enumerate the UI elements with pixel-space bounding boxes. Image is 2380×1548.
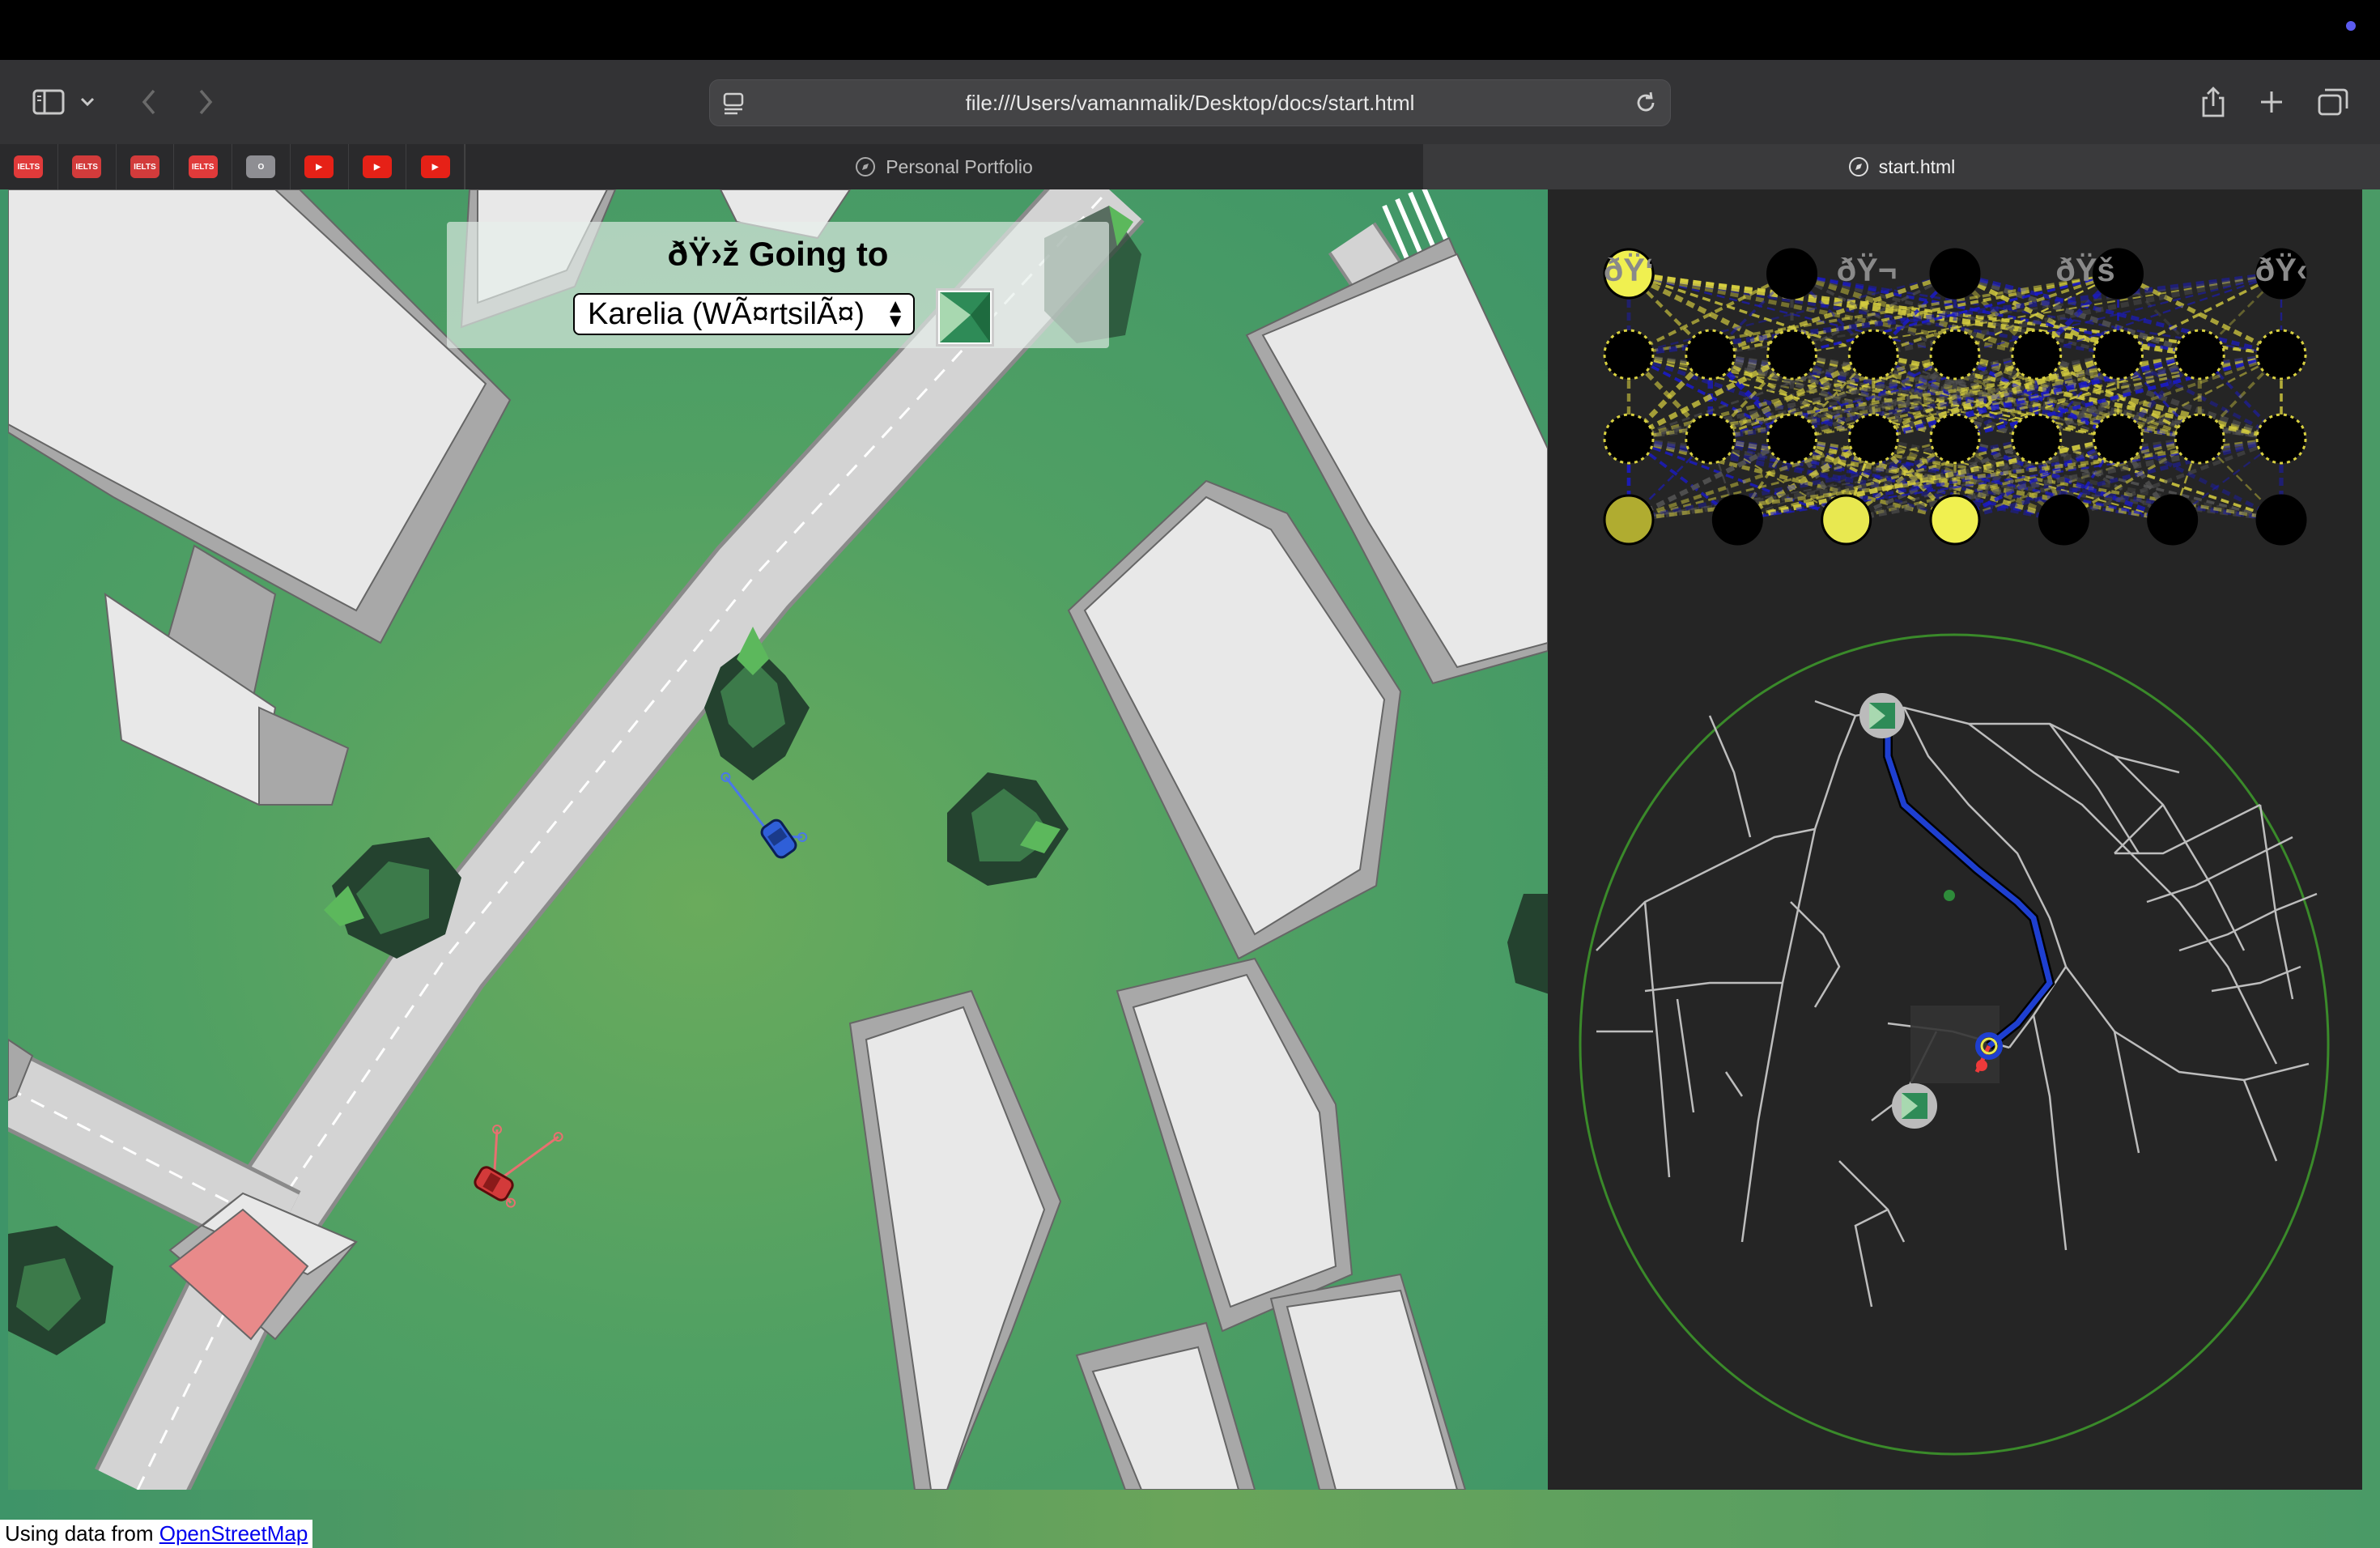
network-node [1766, 413, 1817, 465]
favorite-label: IELTS [72, 155, 102, 178]
tab-personal-portfolio[interactable]: Personal Portfolio [465, 144, 1423, 189]
tab-label: start.html [1878, 155, 1956, 177]
network-node [1685, 413, 1736, 465]
network-node [1847, 413, 1899, 465]
address-bar[interactable]: file:///Users/vamanmalik/Desktop/docs/st… [709, 79, 1671, 126]
network-node [2011, 413, 2063, 465]
url-text[interactable]: file:///Users/vamanmalik/Desktop/docs/st… [966, 91, 1415, 116]
macos-menubar [0, 0, 2380, 60]
favorites-bar: IELTS IELTS IELTS IELTS O ▶ ▶ ▶ [0, 144, 465, 189]
destination-value[interactable]: Karelia (WÃ¤rtsilÃ¤) [588, 297, 865, 332]
select-arrows-icon: ▲ ▼ [886, 296, 905, 332]
network-node [1766, 329, 1817, 381]
favorite-label: ▶ [362, 155, 392, 178]
favorite-label: IELTS [188, 155, 218, 178]
input-label: ðŸš [2055, 253, 2115, 288]
forward-icon[interactable] [183, 79, 228, 125]
start-marker-icon [1859, 693, 1905, 738]
tab-start-html[interactable]: start.html [1423, 144, 2380, 189]
share-icon[interactable] [2191, 79, 2236, 125]
network-node [2174, 329, 2225, 381]
destination-marker-icon [936, 288, 994, 347]
building [8, 189, 512, 806]
page-menu-icon[interactable] [721, 90, 747, 116]
input-label: ðŸ‘ [1603, 253, 1655, 288]
network-input-labels: ðŸ‘ ðŸ¬ ðŸš ðŸ‹ [1548, 189, 2362, 303]
network-node [2093, 329, 2144, 381]
map-edge-strip [2362, 189, 2380, 1490]
browser-toolbar: file:///Users/vamanmalik/Desktop/docs/st… [0, 60, 2380, 145]
network-node [2174, 413, 2225, 465]
compass-icon [1848, 157, 1868, 176]
favorite-item[interactable]: IELTS [0, 144, 58, 189]
page-footer: Using data from OpenStreetMap [0, 1490, 2380, 1548]
network-node [1821, 494, 1872, 546]
visualizer [1579, 248, 2330, 1456]
input-label: ðŸ¬ [1836, 253, 1898, 288]
destination-marker-icon [1892, 1083, 1937, 1129]
favorite-item[interactable]: ▶ [291, 144, 349, 189]
network-node [1929, 494, 1981, 546]
tab-label: Personal Portfolio [886, 155, 1033, 177]
other-car [474, 1125, 563, 1208]
network-node [2147, 494, 2199, 546]
attribution: Using data from OpenStreetMap [0, 1520, 313, 1548]
chevron-down-icon[interactable] [71, 79, 104, 125]
sidebar-toggle-icon[interactable] [26, 79, 71, 125]
favorite-label: O [246, 155, 276, 178]
favorite-label: ▶ [304, 155, 334, 178]
network-node [2038, 494, 2089, 546]
building [1067, 236, 1548, 1490]
favorite-label: IELTS [14, 155, 44, 178]
network-node [1847, 329, 1899, 381]
tab-overview-icon[interactable] [2310, 79, 2356, 125]
openstreetmap-link[interactable]: OpenStreetMap [159, 1521, 308, 1546]
status-dot-icon [2346, 21, 2356, 31]
input-label: ðŸ‹ [2255, 253, 2308, 288]
page-content: ðŸ›ž Going to Karelia (WÃ¤rtsilÃ¤) ▲ ▼ ð… [0, 189, 2380, 1548]
favorite-item[interactable]: IELTS [117, 144, 175, 189]
side-panel: ðŸ‘ ðŸ¬ ðŸš ðŸ‹ [1548, 189, 2362, 1490]
favorite-label: ▶ [420, 155, 450, 178]
new-tab-icon[interactable] [2249, 79, 2294, 125]
attribution-text: Using data from [5, 1521, 159, 1546]
destination-panel: ðŸ›ž Going to Karelia (WÃ¤rtsilÃ¤) ▲ ▼ [447, 222, 1109, 348]
network-node [1685, 329, 1736, 381]
network-node [2093, 413, 2144, 465]
tree [1507, 894, 1548, 994]
favorite-item[interactable]: IELTS [174, 144, 232, 189]
minimap [1579, 633, 2330, 1456]
reload-icon[interactable] [1633, 90, 1659, 116]
network-node [1603, 413, 1655, 465]
network-node [1929, 413, 1981, 465]
network-edges [1626, 270, 2284, 523]
network-node [2255, 329, 2307, 381]
favorite-item[interactable]: IELTS [58, 144, 117, 189]
simulation-map[interactable]: ðŸ›ž Going to Karelia (WÃ¤rtsilÃ¤) ▲ ▼ [8, 189, 1548, 1490]
network-node [1603, 329, 1655, 381]
tree [8, 1226, 113, 1355]
tab-bar: IELTS IELTS IELTS IELTS O ▶ ▶ ▶ Personal Portfo… [0, 144, 2380, 189]
network-node [1711, 494, 1763, 546]
destination-select[interactable]: Karelia (WÃ¤rtsilÃ¤) ▲ ▼ [573, 293, 915, 335]
compass-icon [856, 157, 876, 176]
network-node [2255, 494, 2307, 546]
favorite-label: IELTS [130, 155, 159, 178]
network-node [2255, 413, 2307, 465]
network-node [2011, 329, 2063, 381]
tree [947, 772, 1069, 886]
favorite-item[interactable]: ▶ [349, 144, 407, 189]
back-icon[interactable] [126, 79, 172, 125]
favorite-item[interactable]: O [232, 144, 291, 189]
going-to-title: ðŸ›ž Going to [667, 235, 889, 273]
network-node [1603, 494, 1655, 546]
favorite-item[interactable]: ▶ [406, 144, 465, 189]
network-node [1929, 329, 1981, 381]
